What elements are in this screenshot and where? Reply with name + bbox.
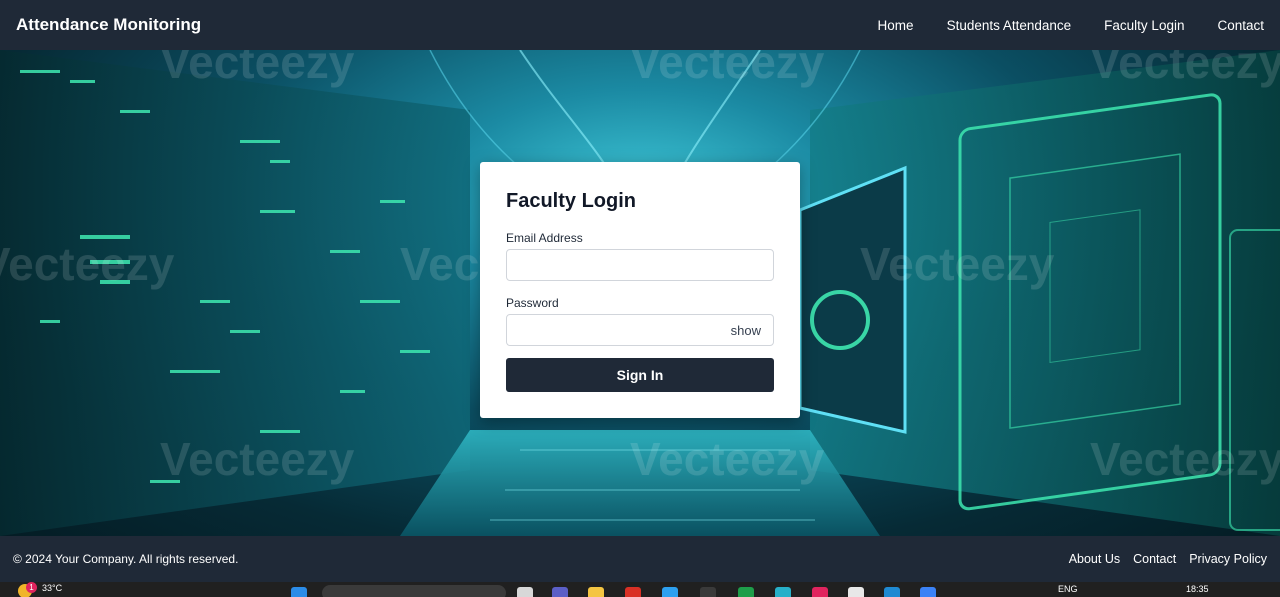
calendar-icon[interactable] xyxy=(920,587,936,597)
svg-text:Vecteezy: Vecteezy xyxy=(0,238,175,290)
top-navbar: Attendance Monitoring Home Students Atte… xyxy=(0,0,1280,50)
vscode-icon[interactable] xyxy=(884,587,900,597)
nav-link-students-attendance[interactable]: Students Attendance xyxy=(947,18,1072,33)
whatsapp-icon[interactable] xyxy=(738,587,754,597)
svg-text:Vecteezy: Vecteezy xyxy=(630,433,825,485)
language-indicator[interactable]: ENG xyxy=(1058,584,1078,594)
clock-time[interactable]: 18:35 xyxy=(1186,584,1209,594)
svg-text:Vecteezy: Vecteezy xyxy=(160,433,355,485)
windows-start-icon[interactable] xyxy=(291,587,307,597)
footer-link-privacy-policy[interactable]: Privacy Policy xyxy=(1189,552,1267,566)
chrome-icon[interactable] xyxy=(625,587,641,597)
teams-icon[interactable] xyxy=(552,587,568,597)
email-field[interactable] xyxy=(506,249,774,281)
github-icon[interactable] xyxy=(848,587,864,597)
site-brand[interactable]: Attendance Monitoring xyxy=(16,15,201,35)
taskbar-search[interactable] xyxy=(322,585,506,597)
sign-in-button[interactable]: Sign In xyxy=(506,358,774,392)
svg-text:Vecteezy: Vecteezy xyxy=(160,50,355,88)
footer-link-about-us[interactable]: About Us xyxy=(1069,552,1120,566)
app-icon[interactable] xyxy=(775,587,791,597)
page-footer: © 2024 Your Company. All rights reserved… xyxy=(0,536,1280,582)
nav-link-home[interactable]: Home xyxy=(878,18,914,33)
svg-text:Vecteezy: Vecteezy xyxy=(1090,433,1280,485)
file-icon[interactable] xyxy=(517,587,533,597)
faculty-login-card: Faculty Login Email Address Password sho… xyxy=(480,162,800,418)
password-field[interactable]: show xyxy=(506,314,774,346)
nav-links: Home Students Attendance Faculty Login C… xyxy=(845,18,1264,33)
footer-link-contact[interactable]: Contact xyxy=(1133,552,1176,566)
nav-link-contact[interactable]: Contact xyxy=(1217,18,1264,33)
login-title: Faculty Login xyxy=(506,190,636,212)
svg-text:Vecteezy: Vecteezy xyxy=(860,238,1055,290)
email-label: Email Address xyxy=(506,231,583,245)
svg-text:Vecteezy: Vecteezy xyxy=(1090,50,1280,88)
temperature-text: 33°C xyxy=(42,583,63,593)
brave-icon[interactable] xyxy=(812,587,828,597)
browser-icon[interactable] xyxy=(700,587,716,597)
copyright-text: © 2024 Your Company. All rights reserved… xyxy=(13,552,239,566)
password-label: Password xyxy=(506,296,559,310)
show-password-toggle[interactable]: show xyxy=(731,323,761,338)
folder-icon[interactable] xyxy=(588,587,604,597)
footer-links: About Us Contact Privacy Policy xyxy=(1056,552,1267,566)
nav-link-faculty-login[interactable]: Faculty Login xyxy=(1104,18,1184,33)
weather-badge: 1 xyxy=(26,582,37,593)
svg-text:Vecteezy: Vecteezy xyxy=(630,50,825,88)
edge-icon[interactable] xyxy=(662,587,678,597)
os-taskbar: 1 33°C ENG 18:35 xyxy=(0,582,1280,597)
